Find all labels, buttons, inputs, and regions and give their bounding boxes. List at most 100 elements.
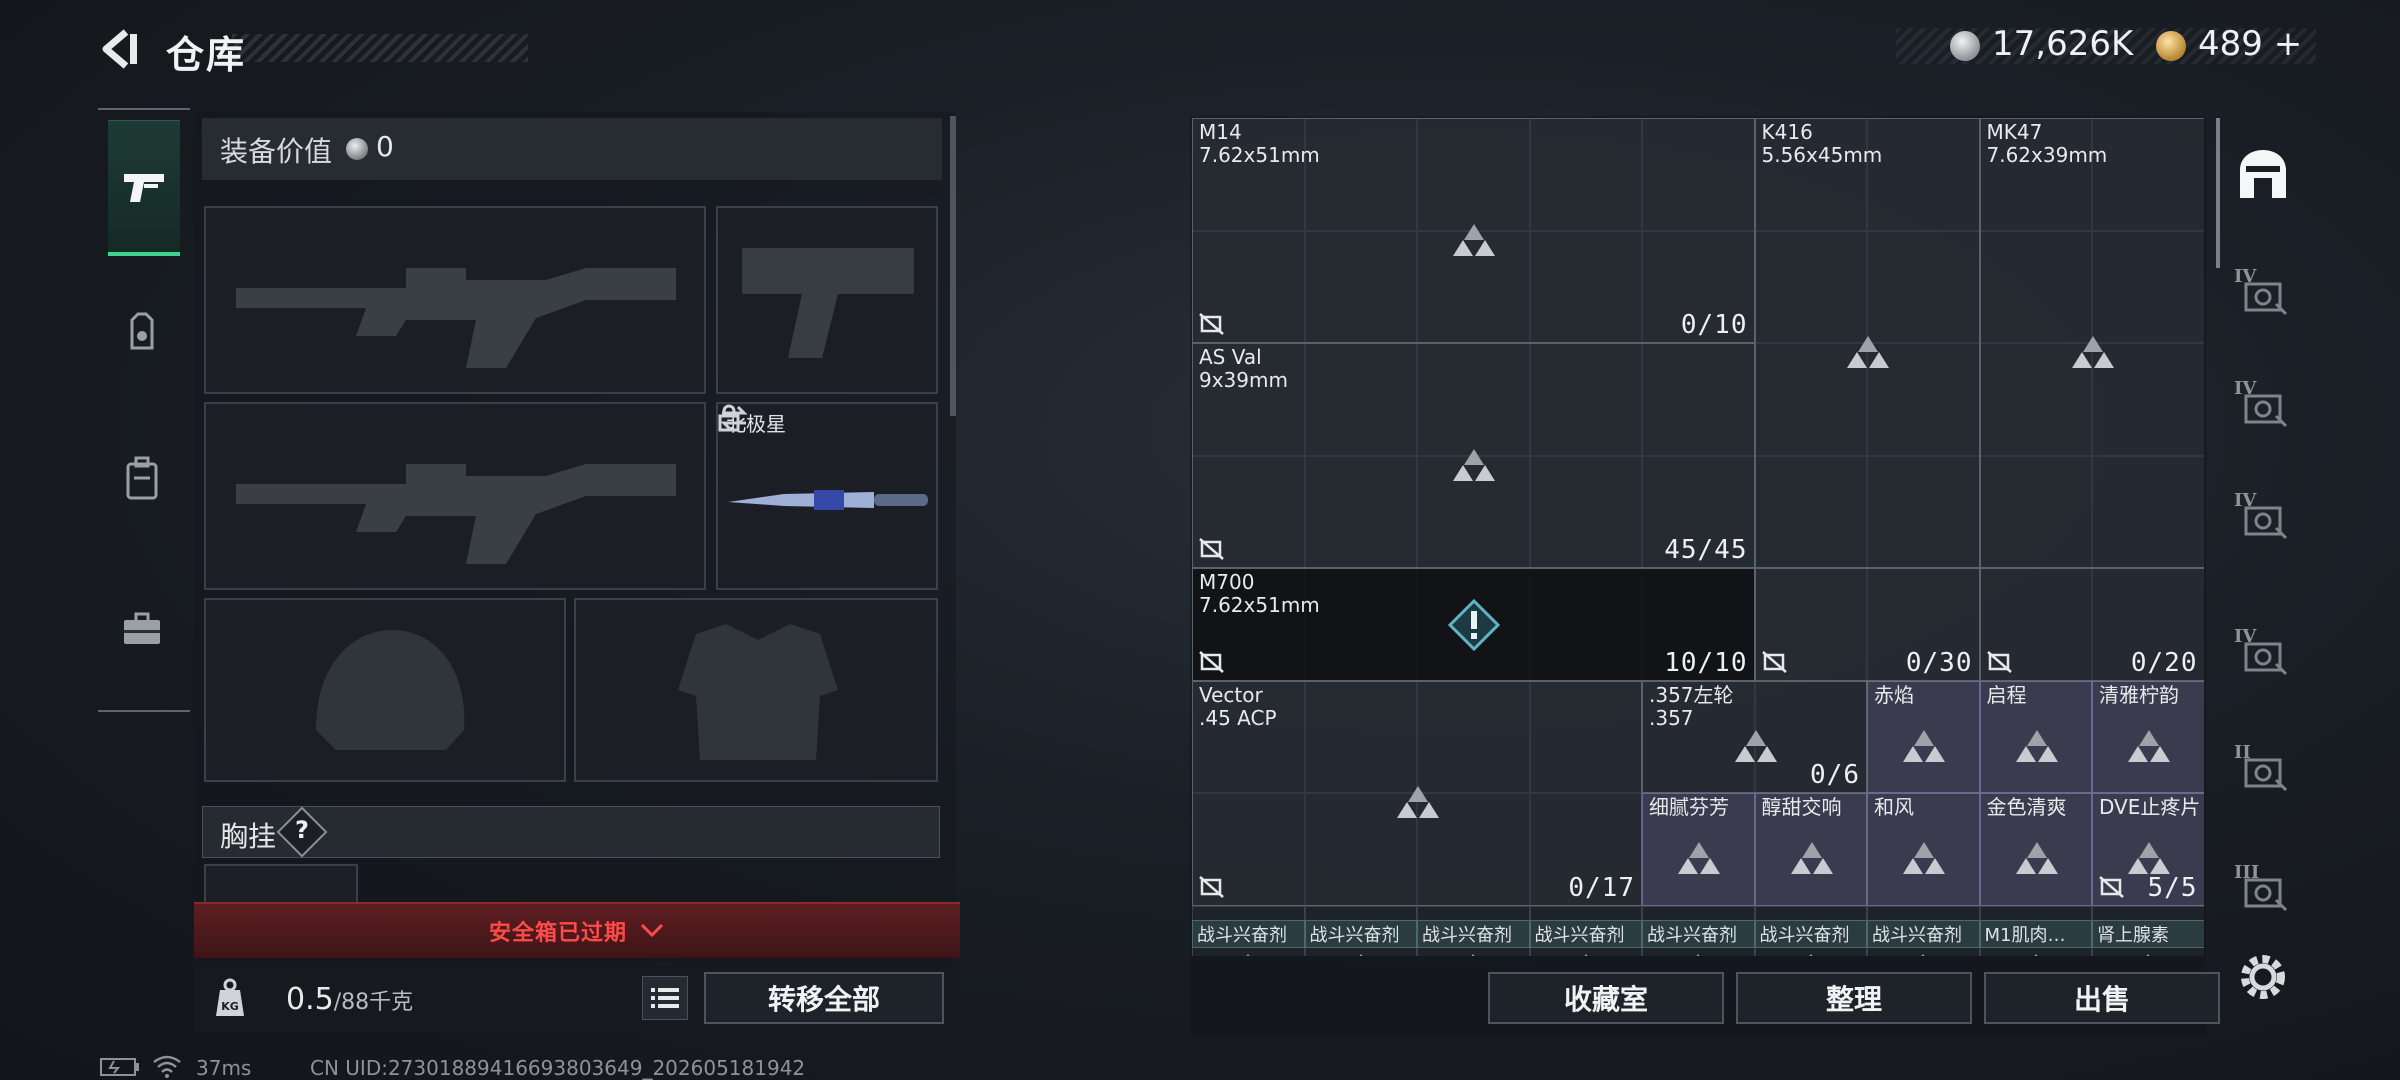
placeholder-item-icon bbox=[1734, 729, 1777, 762]
item-name: 赤焰 bbox=[1874, 682, 1914, 707]
storage-item[interactable]: .357左轮 .357 0/6 bbox=[1642, 680, 1867, 793]
title-stripe-decoration bbox=[232, 34, 528, 62]
strip-item-label[interactable]: 肾上腺素 bbox=[2092, 919, 2204, 948]
nav-tab-armor[interactable] bbox=[124, 312, 160, 352]
pistol-icon bbox=[124, 174, 164, 202]
placeholder-item-icon bbox=[2146, 953, 2151, 956]
strip-item-label[interactable]: 战斗兴奋剂 bbox=[1754, 919, 1867, 948]
chest-rig-slot[interactable] bbox=[204, 864, 358, 904]
armor-silhouette-icon bbox=[678, 624, 838, 760]
armor-slot[interactable] bbox=[574, 598, 938, 782]
storage-item[interactable]: MK47 7.62x39mm bbox=[1979, 118, 2204, 568]
gold-amount-value: 489 bbox=[2198, 24, 2263, 64]
equipment-value: 0 bbox=[376, 130, 394, 163]
placeholder-item-icon bbox=[1847, 336, 1889, 368]
no-insure-icon bbox=[2099, 875, 2124, 898]
placeholder-item-icon bbox=[2128, 729, 2171, 762]
tier-category-tab[interactable]: IV bbox=[2232, 626, 2294, 682]
nav-tab-backpack[interactable] bbox=[124, 456, 160, 500]
primary-weapon-slot[interactable] bbox=[204, 206, 706, 394]
placeholder-item-icon bbox=[1246, 953, 1251, 956]
placeholder-item-icon bbox=[2015, 842, 2058, 875]
collection-room-button[interactable]: 收藏室 bbox=[1488, 972, 1724, 1024]
storage-item[interactable]: M700 7.62x51mm 10/10 bbox=[1192, 568, 1755, 681]
tier-item-icon bbox=[2244, 394, 2288, 428]
silver-coin-icon bbox=[1950, 31, 1980, 61]
storage-item[interactable]: 和风 bbox=[1867, 793, 1980, 906]
item-name: MK47 bbox=[1986, 120, 2043, 144]
tier-category-tab[interactable]: III bbox=[2232, 862, 2294, 918]
item-count: 0/6 bbox=[1810, 760, 1860, 790]
storage-item[interactable]: K416 5.56x45mm bbox=[1754, 118, 1980, 568]
storage-item[interactable]: 启程 bbox=[1979, 680, 2092, 793]
tier-category-tab[interactable]: II bbox=[2232, 742, 2294, 798]
placeholder-item-icon bbox=[1696, 953, 1701, 956]
item-caliber: 7.62x51mm bbox=[1199, 143, 1320, 167]
item-name: 启程 bbox=[1986, 682, 2027, 707]
no-insure-icon bbox=[1199, 650, 1224, 673]
chest-help-icon[interactable]: ? bbox=[292, 816, 312, 844]
storage-item[interactable]: DVE止疼片 5/5 bbox=[2092, 793, 2204, 906]
page-title: 仓库 bbox=[166, 33, 247, 77]
nav-tab-briefcase[interactable] bbox=[122, 612, 162, 646]
storage-item[interactable]: 细腻芬芳 bbox=[1642, 793, 1755, 906]
transfer-all-button[interactable]: 转移全部 bbox=[704, 972, 944, 1024]
strip-item-label[interactable]: 战斗兴奋剂 bbox=[1867, 919, 1980, 948]
melee-slot[interactable]: 北极星 bbox=[716, 402, 938, 590]
item-name: AS Val bbox=[1199, 345, 1262, 369]
placeholder-item-icon bbox=[1808, 953, 1813, 956]
storage-item[interactable]: 0/20 bbox=[1979, 568, 2204, 681]
placeholder-item-icon bbox=[2033, 953, 2038, 956]
item-name: .357左轮 bbox=[1649, 682, 1734, 707]
storage-grid[interactable]: M14 7.62x51mm 0/10 K416 5.56x45mm MK47 7.62x39… bbox=[1192, 118, 2204, 956]
item-caliber: 7.62x39mm bbox=[1986, 143, 2108, 167]
item-caliber: 7.62x51mm bbox=[1199, 593, 1320, 617]
strip-item-label[interactable]: 战斗兴奋剂 bbox=[1642, 919, 1755, 948]
safebox-expired-banner[interactable]: 安全箱已过期 bbox=[194, 902, 960, 958]
pistol-slot[interactable] bbox=[716, 206, 938, 394]
tier-category-tab[interactable]: IV bbox=[2232, 490, 2294, 546]
lock-icon bbox=[718, 404, 740, 432]
sell-button[interactable]: 出售 bbox=[1984, 972, 2220, 1024]
currency-gold-amount[interactable]: 489 + bbox=[2198, 24, 2302, 64]
placeholder-item-icon bbox=[1471, 953, 1476, 956]
currency-silver-amount: 17,626K bbox=[1992, 24, 2134, 64]
weight-current: 0.5 bbox=[286, 982, 334, 1017]
placeholder-item-icon bbox=[1453, 448, 1496, 481]
strip-item-label[interactable]: 战斗兴奋剂 bbox=[1417, 919, 1530, 948]
storage-scrollbar[interactable] bbox=[2216, 118, 2220, 268]
helmet-slot[interactable] bbox=[204, 598, 566, 782]
storage-item[interactable]: AS Val 9x39mm 45/45 bbox=[1192, 343, 1755, 568]
strip-item-label[interactable]: 战斗兴奋剂 bbox=[1304, 919, 1417, 948]
add-gold-plus[interactable]: + bbox=[2274, 24, 2303, 64]
item-name: 金色清爽 bbox=[1986, 795, 2067, 819]
strip-item-label[interactable]: 战斗兴奋剂 bbox=[1192, 919, 1305, 948]
placeholder-item-icon bbox=[1453, 223, 1496, 256]
tier-category-tab[interactable]: IV bbox=[2232, 378, 2294, 434]
tier-item-icon bbox=[2244, 878, 2288, 912]
list-view-button[interactable] bbox=[642, 976, 688, 1020]
rifle-silhouette-icon-2 bbox=[236, 464, 676, 564]
storage-item[interactable]: 0/30 bbox=[1754, 568, 1980, 681]
item-caliber: .357 bbox=[1649, 705, 1694, 730]
equipment-scrollbar[interactable] bbox=[950, 116, 956, 416]
storage-item[interactable]: 醇甜交响 bbox=[1754, 793, 1867, 906]
storage-item[interactable]: M14 7.62x51mm 0/10 bbox=[1192, 118, 1755, 343]
storage-item[interactable]: Vector .45 ACP 0/17 bbox=[1192, 680, 1642, 906]
strip-item-label[interactable]: 战斗兴奋剂 bbox=[1529, 919, 1642, 948]
storage-item[interactable]: 清雅柠韵 bbox=[2092, 680, 2204, 793]
ping-readout: 37ms bbox=[196, 1056, 252, 1080]
tier-category-tab[interactable]: IV bbox=[2232, 266, 2294, 322]
storage-home-icon[interactable] bbox=[2234, 146, 2292, 204]
item-count: 0/30 bbox=[1905, 647, 1973, 678]
gear-icon[interactable] bbox=[2236, 950, 2290, 1004]
strip-item-label[interactable]: M1肌肉… bbox=[1979, 919, 2092, 948]
storage-item[interactable]: 赤焰 bbox=[1867, 680, 1980, 793]
back-arrow-icon[interactable] bbox=[96, 26, 142, 72]
placeholder-item-icon bbox=[1903, 842, 1946, 875]
organize-button[interactable]: 整理 bbox=[1736, 972, 1972, 1024]
uid-readout: CN UID:27301889416693803649_202605181942 bbox=[310, 1056, 806, 1080]
placeholder-item-icon bbox=[1583, 953, 1588, 956]
secondary-weapon-slot[interactable] bbox=[204, 402, 706, 590]
storage-item[interactable]: 金色清爽 bbox=[1979, 793, 2092, 906]
